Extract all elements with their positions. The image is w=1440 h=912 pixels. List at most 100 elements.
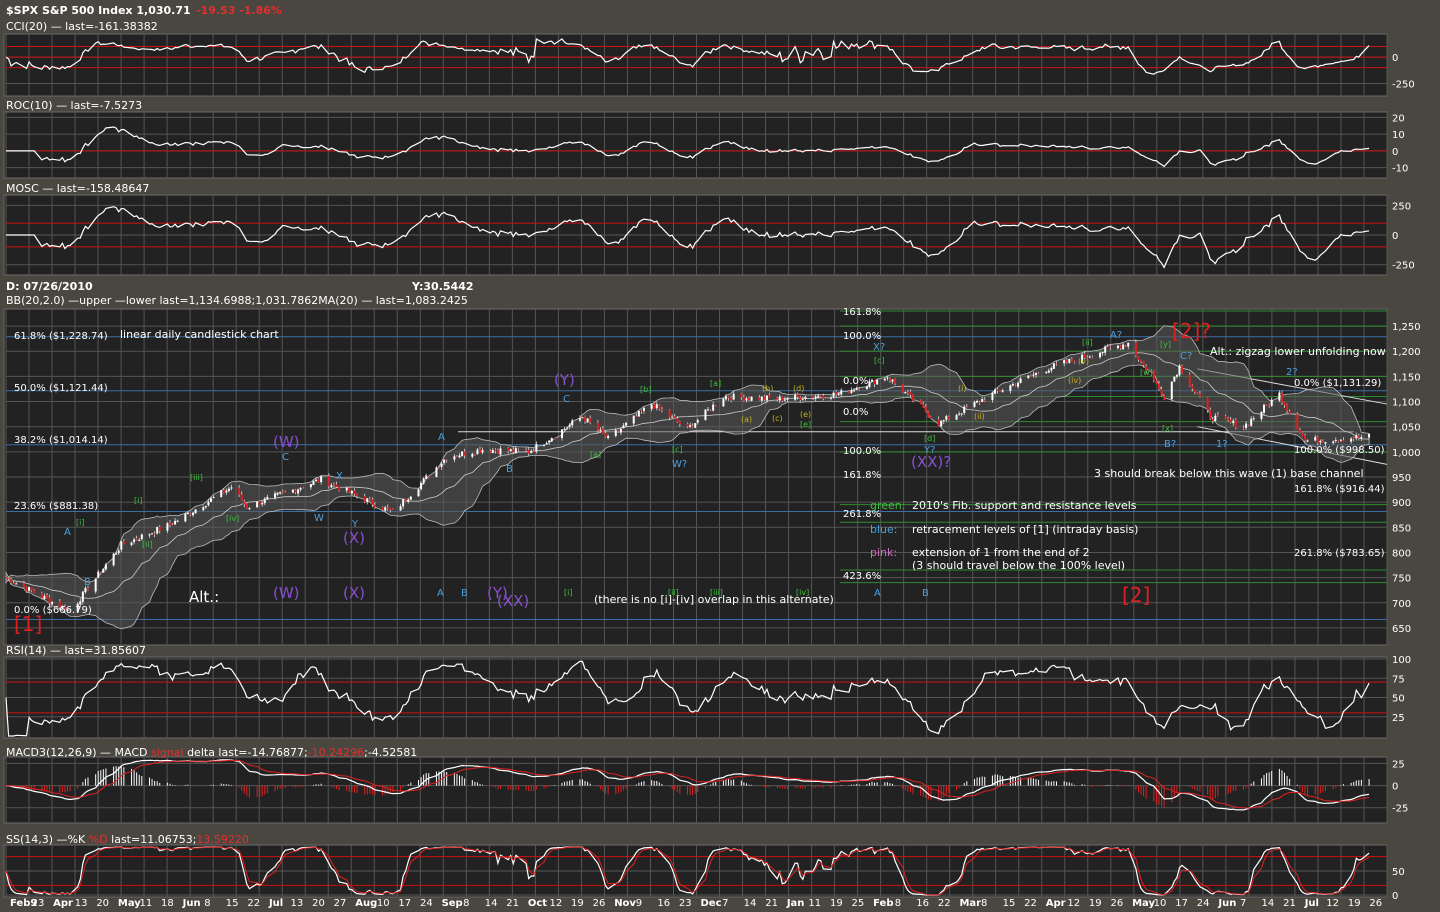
wave-c-1: [c]: [672, 445, 683, 454]
candle-body: [422, 478, 425, 484]
wave-Y: (Y): [554, 371, 575, 389]
fib-right-1000: 100.0% ($998.50): [1294, 445, 1385, 456]
fib-right-000: 0.0% ($1,131.29): [1294, 378, 1381, 389]
x-tick-label: 24: [420, 898, 433, 909]
candle-body: [548, 440, 551, 443]
candle-body: [545, 443, 548, 445]
alt-wave-W: (W): [273, 584, 300, 602]
legend-pink-key: pink:: [870, 546, 897, 559]
price-change-pct: -1.86%: [239, 4, 282, 17]
y-tick-label: 1,250: [1392, 322, 1421, 333]
mosc-label: MOSC: [6, 182, 39, 195]
candle-body: [678, 421, 681, 425]
x-tick-label: Jun: [182, 898, 201, 909]
x-tick-label: May: [1132, 898, 1155, 909]
candle-body: [1232, 420, 1235, 424]
candle-body: [960, 413, 963, 415]
candle-body: [330, 485, 333, 488]
candle-body: [478, 449, 481, 453]
candle-body: [220, 490, 223, 498]
legend-blue-text: retracement levels of [1] (intraday basi…: [912, 523, 1138, 536]
y-tick-label: 1,000: [1392, 448, 1421, 459]
candle-body: [204, 505, 207, 508]
macd-delta-legend: delta last=-14.76877;: [187, 746, 308, 759]
candle-body: [1160, 388, 1163, 396]
candle-body: [847, 391, 850, 394]
candle-body: [776, 398, 779, 400]
candle-body: [894, 378, 897, 384]
candle-body: [1260, 411, 1263, 419]
candle-body: [1306, 440, 1309, 442]
wave-A-2: A: [438, 432, 445, 443]
candle-body: [584, 416, 587, 422]
candle-body: [901, 384, 904, 393]
candle-body: [963, 406, 966, 413]
candle-body: [476, 449, 479, 455]
candle-body: [527, 449, 530, 454]
cci-legend: — last=-161.38382: [51, 20, 158, 33]
candle-body: [256, 501, 259, 508]
candle-body: [832, 392, 835, 397]
y-tick-label: 750: [1392, 574, 1411, 585]
candle-body: [760, 396, 763, 401]
candle-body: [660, 409, 663, 411]
candle-body: [640, 410, 643, 412]
candle-body: [373, 504, 376, 508]
candle-body: [999, 391, 1002, 393]
wave-Y-small: Y: [351, 519, 359, 530]
alt-wave-i: [i]: [564, 588, 572, 597]
candle-body: [617, 430, 620, 432]
y-tick-label: 0: [1392, 147, 1398, 158]
candle-body: [873, 380, 876, 385]
candle-body: [299, 488, 302, 490]
wave-B-2: B: [506, 464, 513, 475]
bb-label: BB(20,2.0): [6, 294, 65, 307]
wave-c-2: [c]: [874, 356, 885, 365]
x-tick-label: 16: [916, 898, 929, 909]
candle-body: [1032, 374, 1035, 376]
candle-body: [1196, 392, 1199, 395]
candle-body: [637, 410, 640, 417]
candle-body: [494, 449, 497, 451]
svg-text:ROC(10) — last=-7.5273: ROC(10) — last=-7.5273: [6, 99, 142, 112]
candle-body: [481, 450, 484, 453]
candle-body: [1288, 411, 1291, 414]
candle-body: [81, 591, 84, 602]
candle-body: [1027, 375, 1030, 378]
candle-body: [189, 513, 192, 515]
fib-mid-4236: 423.6%: [843, 571, 881, 582]
legend-pink-text-1: extension of 1 from the end of 2: [912, 546, 1090, 559]
y-tick-label: 25: [1392, 759, 1405, 770]
wave-e-1: [e]: [800, 420, 811, 429]
candle-body: [768, 394, 771, 398]
candle-body: [258, 501, 261, 506]
candle-body: [1252, 418, 1255, 420]
y-tick-label: 1,050: [1392, 423, 1421, 434]
x-tick-label: 19: [830, 898, 843, 909]
candle-body: [202, 507, 205, 511]
macd-signal-legend: signal: [151, 746, 184, 759]
fib-left-500: 50.0% ($1,121.44): [14, 383, 108, 394]
candle-body: [581, 417, 584, 419]
svg-text:MACD3(12,26,9) — MACD signal d: MACD3(12,26,9) — MACD signal delta last=…: [6, 746, 417, 759]
candle-body: [1360, 437, 1363, 439]
last-price: 1,030.71: [136, 4, 190, 17]
wave-W-question: W?: [672, 459, 687, 470]
candle-body: [553, 438, 556, 440]
svg-text:RSI(14) — last=31.85607: RSI(14) — last=31.85607: [6, 644, 146, 657]
candle-body: [240, 494, 243, 501]
candle-body: [671, 416, 674, 418]
wave-B-question: B?: [1164, 439, 1176, 450]
wave-y-1: [y]: [1160, 340, 1171, 349]
candle-body: [350, 490, 353, 494]
wave-W-small: W: [314, 513, 324, 524]
candle-body: [1050, 368, 1053, 371]
fib-mid-1618: 161.8%: [843, 470, 881, 481]
candle-body: [1155, 380, 1158, 384]
wave-w-1: [w]: [1140, 368, 1153, 377]
candle-body: [1191, 385, 1194, 389]
x-tick-label: 10: [377, 898, 390, 909]
candle-body: [891, 379, 894, 382]
y-tick-label: 50: [1392, 694, 1405, 705]
candle-body: [632, 415, 635, 424]
